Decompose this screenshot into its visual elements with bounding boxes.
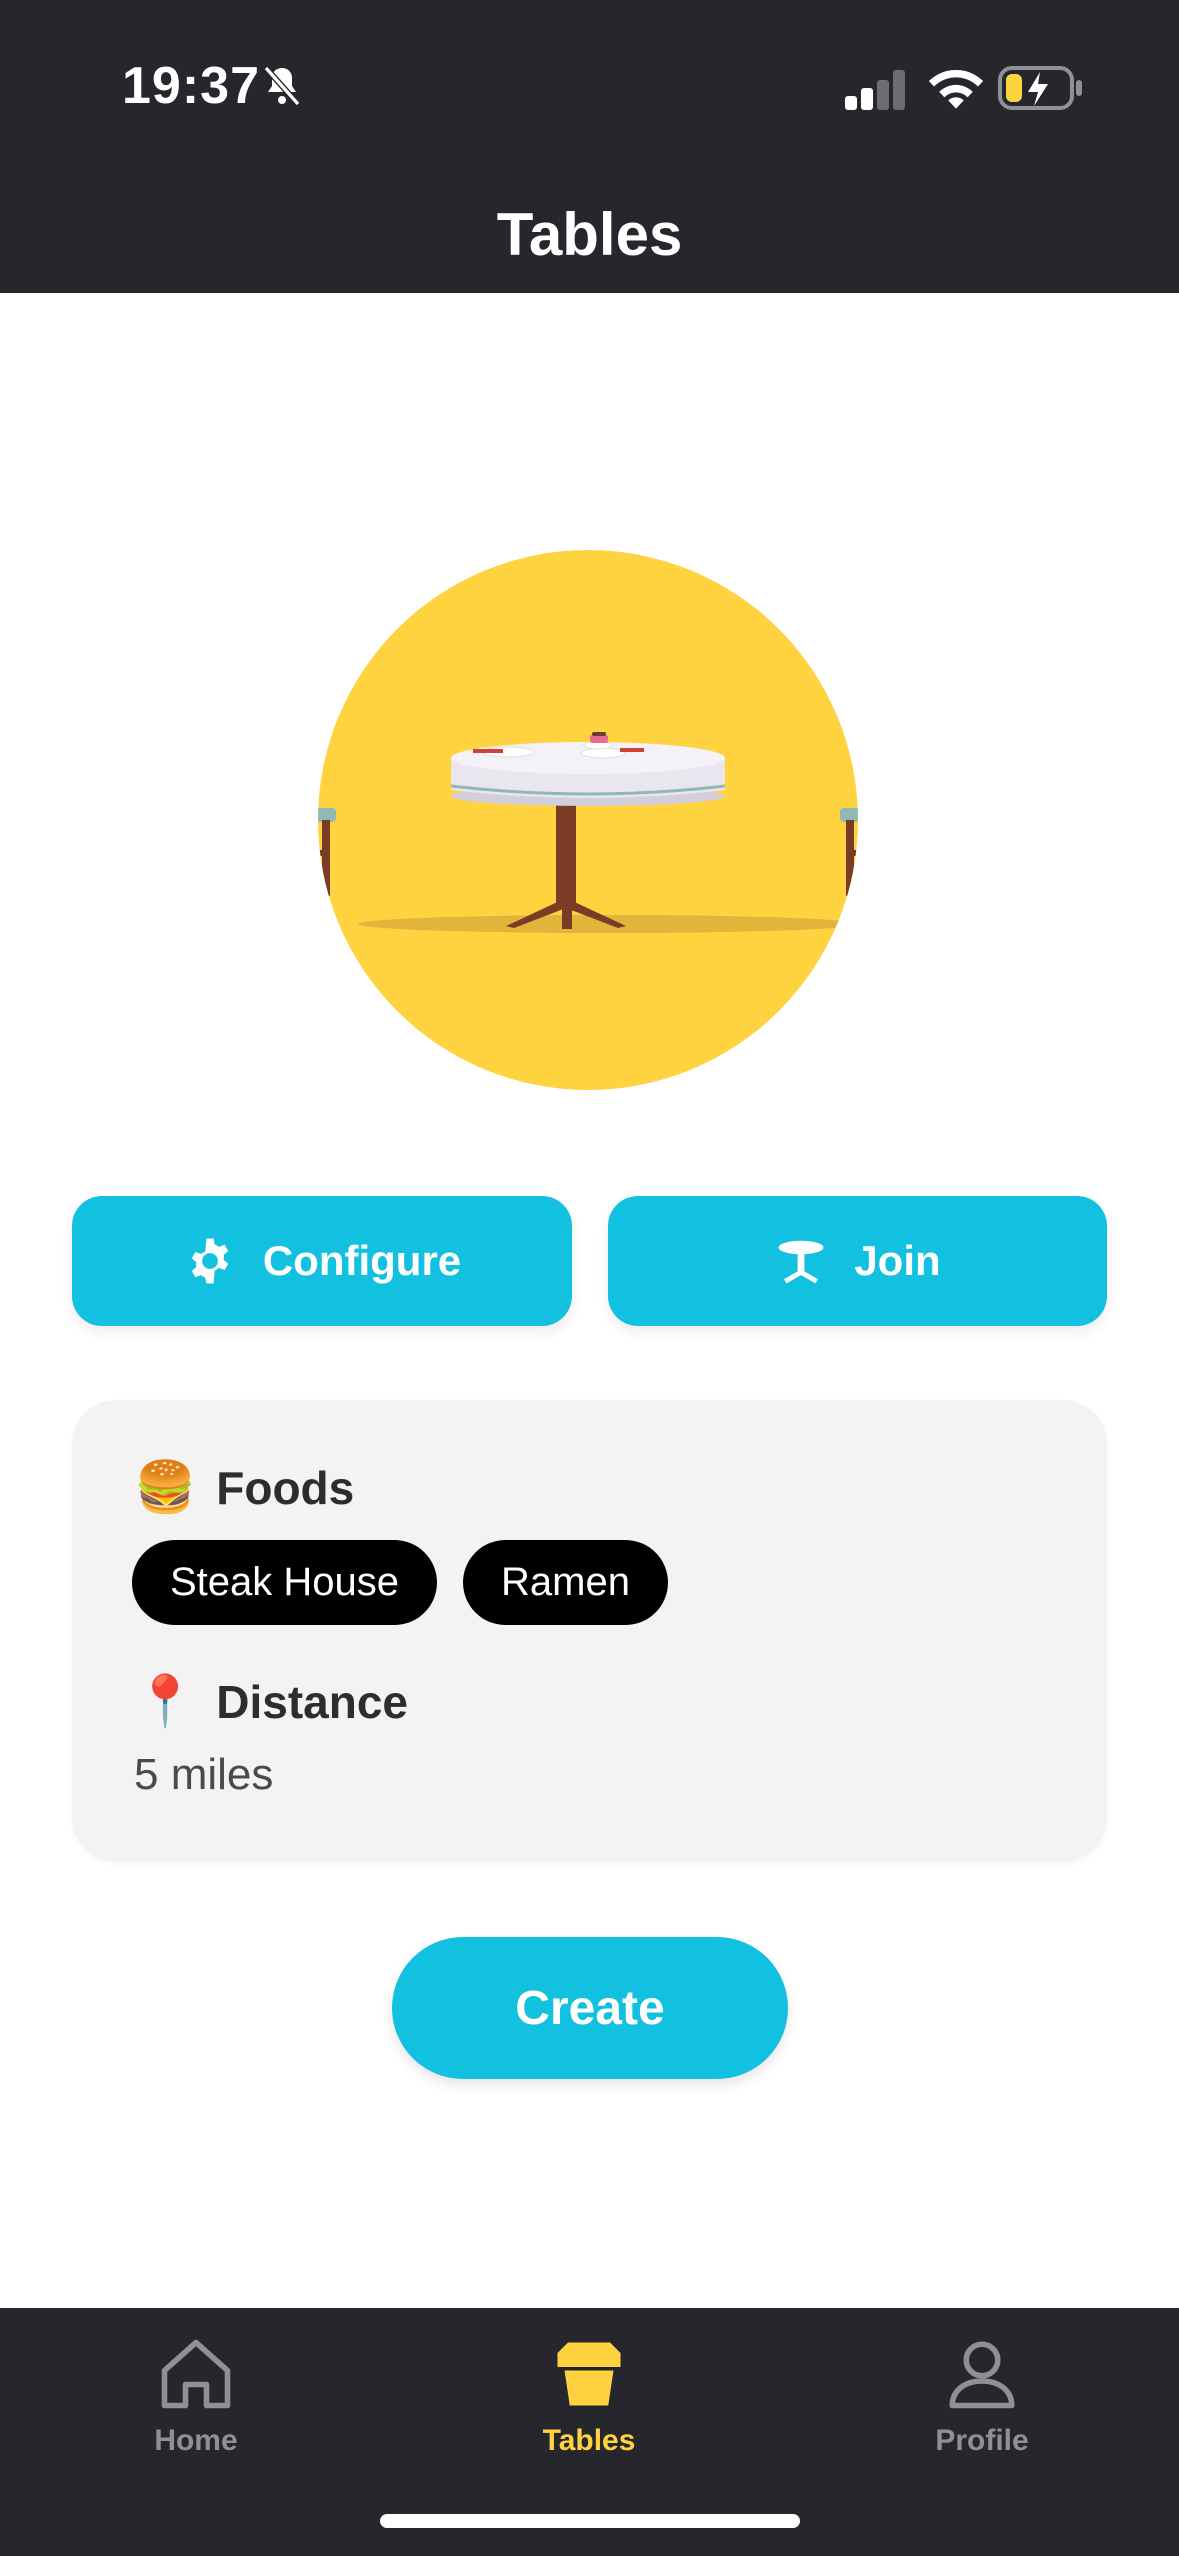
distance-heading: 📍 Distance [134,1672,408,1731]
preferences-card: 🍔 Foods Steak House Ramen 📍 Distance 5 m… [72,1400,1107,1862]
food-chips: Steak House Ramen [132,1540,668,1625]
join-label: Join [854,1237,941,1284]
configure-button[interactable]: Configure [72,1196,572,1326]
distance-title: Distance [216,1675,409,1728]
status-time: 19:37 [122,57,260,115]
create-button[interactable]: Create [392,1937,788,2079]
foods-heading: 🍔 Foods [134,1458,354,1517]
tab-profile-label: Profile [935,2424,1029,2457]
tab-home-label: Home [154,2424,238,2457]
table-icon [778,1240,824,1284]
tab-tables-label: Tables [542,2424,636,2457]
food-chip[interactable]: Steak House [132,1540,438,1625]
burger-icon: 🍔 [134,1458,197,1516]
distance-value: 5 miles [134,1750,274,1799]
home-indicator[interactable] [380,2514,800,2528]
top-bar: 19:37 Tables [0,0,1179,293]
food-chip[interactable]: Ramen [463,1540,668,1625]
configure-label: Configure [262,1237,462,1284]
gear-icon [191,1238,229,1284]
page-title: Tables [496,201,683,268]
tab-tables[interactable]: Tables [479,2332,699,2458]
tab-home[interactable]: Home [86,2332,306,2458]
wifi-icon [928,69,984,109]
house-icon [161,2339,231,2409]
bell-muted-icon [263,66,301,106]
tab-profile[interactable]: Profile [872,2332,1092,2458]
table-icon [557,2342,621,2406]
join-button[interactable]: Join [608,1196,1107,1326]
pin-icon: 📍 [134,1672,197,1730]
table-illustration [318,550,858,1090]
foods-title: Foods [216,1461,355,1514]
person-icon [949,2341,1015,2409]
signal-icon [845,70,905,110]
battery-charging-icon [998,66,1082,110]
